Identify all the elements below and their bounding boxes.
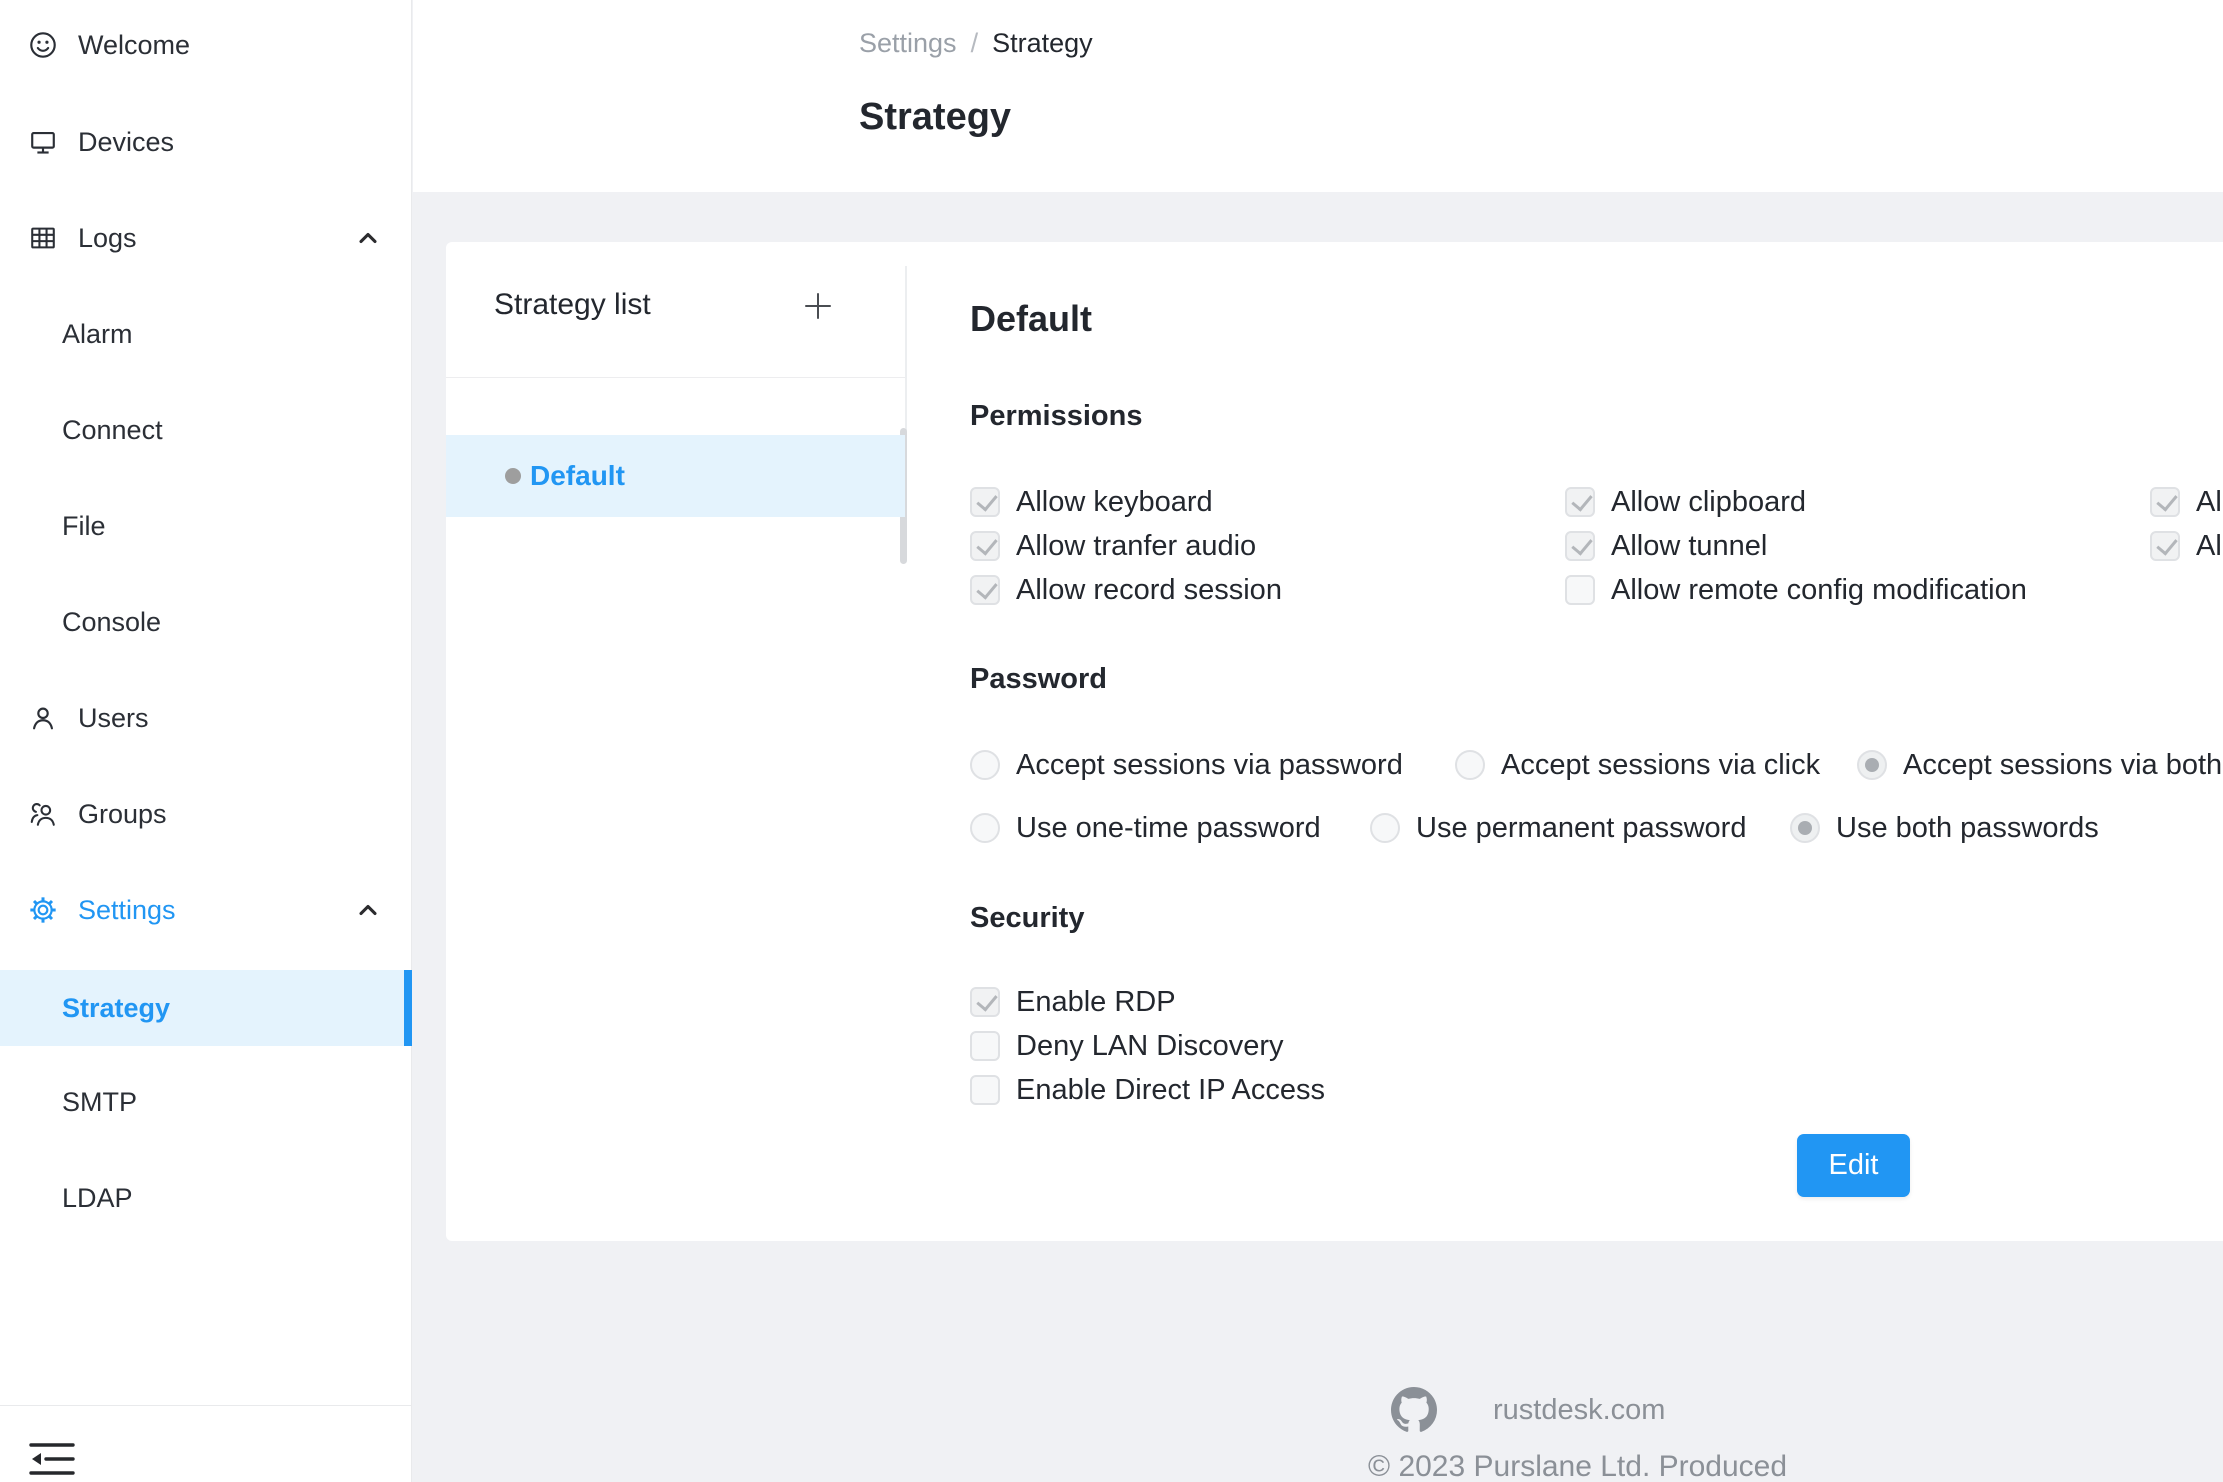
- monitor-icon: [28, 127, 58, 157]
- radio-one-time-password[interactable]: [970, 813, 1000, 843]
- sidebar-item-label: Welcome: [78, 30, 190, 61]
- sidebar-item-label: Settings: [78, 895, 176, 926]
- list-header-divider: [446, 377, 905, 378]
- sidebar: Welcome Devices: [0, 0, 412, 1482]
- radio-accept-sessions-via-password: Accept sessions via password: [970, 750, 1403, 780]
- sidebar-item-label: Groups: [78, 799, 167, 830]
- sidebar-item-file[interactable]: File: [0, 488, 412, 564]
- sidebar-item-label: Connect: [62, 415, 163, 446]
- password-heading: Password: [970, 663, 1107, 696]
- sidebar-item-settings[interactable]: Settings: [0, 872, 412, 948]
- sidebar-item-label: Users: [78, 703, 149, 734]
- strategy-card: Strategy list Default Default Permission…: [446, 242, 2223, 1241]
- breadcrumb-strategy: Strategy: [992, 28, 1093, 59]
- gear-icon: [28, 895, 58, 925]
- radio-use-both-passwords: Use both passwords: [1790, 813, 2099, 843]
- permission-allow-keyboard: Allow keyboard: [970, 487, 1213, 517]
- sidebar-item-label: Strategy: [62, 993, 170, 1024]
- sidebar-item-groups[interactable]: Groups: [0, 776, 412, 852]
- strategy-list-title: Strategy list: [494, 288, 651, 322]
- radio-accept-click[interactable]: [1455, 750, 1485, 780]
- radio-accept-password[interactable]: [970, 750, 1000, 780]
- detail-title: Default: [970, 298, 1092, 340]
- sidebar-item-label: LDAP: [62, 1183, 133, 1214]
- radio-both-passwords[interactable]: [1790, 813, 1820, 843]
- sidebar-item-ldap[interactable]: LDAP: [0, 1160, 412, 1236]
- edit-button[interactable]: Edit: [1797, 1134, 1910, 1197]
- chevron-up-icon[interactable]: [354, 896, 382, 924]
- radio-use-permanent-password: Use permanent password: [1370, 813, 1746, 843]
- content-header: Settings / Strategy Strategy: [413, 0, 2223, 192]
- permission-allow-remote-config-modification: Allow remote config modification: [1565, 575, 2027, 605]
- user-icon: [28, 703, 58, 733]
- add-strategy-button[interactable]: [802, 290, 834, 322]
- checkbox-deny-lan-discovery[interactable]: [970, 1031, 1000, 1061]
- sidebar-item-label: Alarm: [62, 319, 133, 350]
- checkbox-enable-rdp[interactable]: [970, 987, 1000, 1017]
- checkbox-allow-tranfer-audio[interactable]: [970, 531, 1000, 561]
- checkbox-allow-clipboard[interactable]: [1565, 487, 1595, 517]
- security-enable-direct-ip-access: Enable Direct IP Access: [970, 1075, 1325, 1105]
- strategy-status-dot: [505, 468, 521, 484]
- checkbox-clipped-2[interactable]: [2150, 531, 2180, 561]
- sidebar-item-label: Devices: [78, 127, 174, 158]
- table-grid-icon: [28, 223, 58, 253]
- sidebar-item-label: Logs: [78, 223, 137, 254]
- sidebar-item-label: Console: [62, 607, 161, 638]
- checkbox-allow-tunnel[interactable]: [1565, 531, 1595, 561]
- checkbox-enable-direct-ip-access[interactable]: [970, 1075, 1000, 1105]
- rustdesk-console-screen: Welcome Devices: [0, 0, 2223, 1482]
- strategy-item-label: Default: [530, 460, 625, 492]
- permission-allow-tranfer-audio: Allow tranfer audio: [970, 531, 1256, 561]
- checkbox-allow-record-session[interactable]: [970, 575, 1000, 605]
- radio-use-one-time-password: Use one-time password: [970, 813, 1321, 843]
- sidebar-item-label: SMTP: [62, 1087, 137, 1118]
- sidebar-item-console[interactable]: Console: [0, 584, 412, 660]
- strategy-list-item-default[interactable]: Default: [446, 435, 905, 517]
- breadcrumb-settings[interactable]: Settings: [859, 28, 957, 59]
- radio-accept-both[interactable]: [1857, 750, 1887, 780]
- sidebar-item-connect[interactable]: Connect: [0, 392, 412, 468]
- github-icon[interactable]: [1391, 1387, 1437, 1433]
- permission-allow-tunnel: Allow tunnel: [1565, 531, 1767, 561]
- sidebar-item-welcome[interactable]: Welcome: [0, 7, 412, 83]
- breadcrumb-separator: /: [971, 28, 979, 59]
- sidebar-item-devices[interactable]: Devices: [0, 104, 412, 180]
- users-group-icon: [28, 799, 58, 829]
- sidebar-item-logs[interactable]: Logs: [0, 200, 412, 276]
- chevron-up-icon[interactable]: [354, 224, 382, 252]
- checkbox-clipped-1[interactable]: [2150, 487, 2180, 517]
- sidebar-item-smtp[interactable]: SMTP: [0, 1064, 412, 1140]
- footer-copyright: © 2023 Purslane Ltd. Produced: [1368, 1450, 1787, 1482]
- page-title: Strategy: [859, 96, 1011, 139]
- radio-accept-sessions-via-both: Accept sessions via both: [1857, 750, 2222, 780]
- sidebar-footer-divider: [0, 1405, 412, 1406]
- security-deny-lan-discovery: Deny LAN Discovery: [970, 1031, 1284, 1061]
- footer: rustdesk.com: [1391, 1387, 1665, 1433]
- permission-clipped-1: All: [2150, 487, 2223, 517]
- sidebar-item-strategy[interactable]: Strategy: [0, 970, 412, 1046]
- collapse-sidebar-icon[interactable]: [26, 1436, 78, 1482]
- radio-permanent-password[interactable]: [1370, 813, 1400, 843]
- security-heading: Security: [970, 902, 1084, 935]
- sidebar-item-users[interactable]: Users: [0, 680, 412, 756]
- rustdesk-link[interactable]: rustdesk.com: [1493, 1394, 1665, 1427]
- smiley-icon: [28, 30, 58, 60]
- permission-clipped-2: All: [2150, 531, 2223, 561]
- sidebar-item-alarm[interactable]: Alarm: [0, 296, 412, 372]
- breadcrumb: Settings / Strategy: [859, 28, 1093, 59]
- permission-allow-record-session: Allow record session: [970, 575, 1282, 605]
- sidebar-item-label: File: [62, 511, 106, 542]
- radio-accept-sessions-via-click: Accept sessions via click: [1455, 750, 1820, 780]
- checkbox-allow-keyboard[interactable]: [970, 487, 1000, 517]
- permission-allow-clipboard: Allow clipboard: [1565, 487, 1806, 517]
- checkbox-allow-remote-config-modification[interactable]: [1565, 575, 1595, 605]
- security-enable-rdp: Enable RDP: [970, 987, 1176, 1017]
- permissions-heading: Permissions: [970, 400, 1142, 433]
